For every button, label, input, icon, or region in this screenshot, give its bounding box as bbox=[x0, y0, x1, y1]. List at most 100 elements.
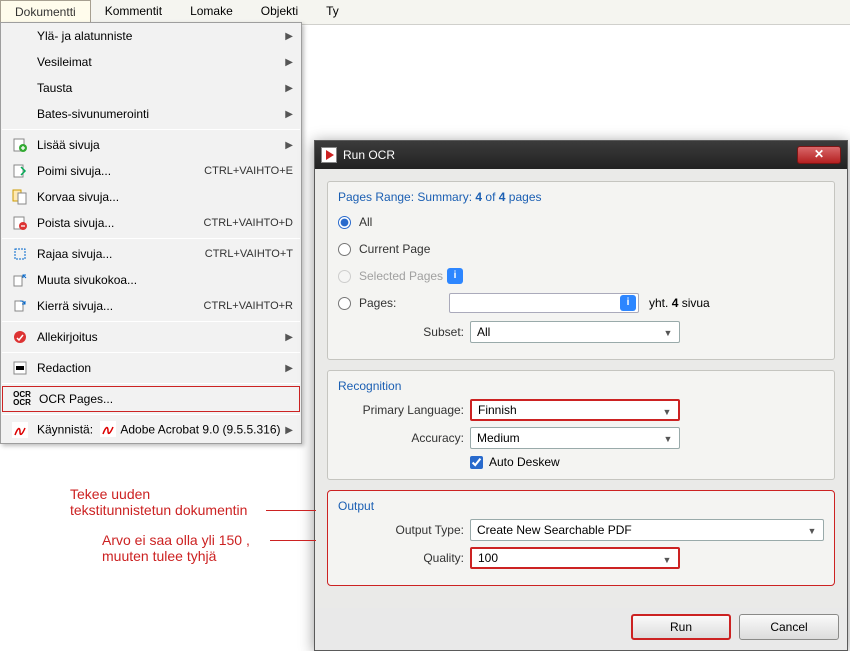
pages-range-title: Pages Range: Summary: 4 of 4 pages bbox=[338, 190, 824, 204]
menu-objekti[interactable]: Objekti bbox=[247, 0, 312, 24]
output-type-value: Create New Searchable PDF bbox=[477, 523, 632, 537]
primary-language-value: Finnish bbox=[478, 403, 517, 417]
accuracy-row: Accuracy: Medium ▼ bbox=[338, 427, 824, 449]
quality-select[interactable]: 100 ▼ bbox=[470, 547, 680, 569]
replace-page-icon bbox=[9, 186, 31, 208]
menu-item[interactable]: Kierrä sivuja...CTRL+VAIHTO+R bbox=[1, 293, 301, 319]
menu-item-shortcut: CTRL+VAIHTO+D bbox=[204, 217, 293, 229]
output-group: Output Output Type: Create New Searchabl… bbox=[327, 490, 835, 586]
dialog-body: Pages Range: Summary: 4 of 4 pages All C… bbox=[315, 169, 847, 608]
menu-item[interactable]: Tausta▶ bbox=[1, 75, 301, 101]
recognition-title: Recognition bbox=[338, 379, 824, 393]
menu-item-label: Muuta sivukokoa... bbox=[37, 273, 293, 287]
output-type-select[interactable]: Create New Searchable PDF ▼ bbox=[470, 519, 824, 541]
primary-language-label: Primary Language: bbox=[338, 403, 464, 417]
menu-item[interactable]: Bates-sivunumerointi▶ bbox=[1, 101, 301, 127]
signature-icon bbox=[9, 326, 31, 348]
pages-range-group: Pages Range: Summary: 4 of 4 pages All C… bbox=[327, 181, 835, 360]
annotation-2-line bbox=[270, 540, 316, 541]
submenu-arrow-icon: ▶ bbox=[285, 31, 293, 42]
menu-ty[interactable]: Ty bbox=[312, 0, 353, 24]
menu-item[interactable]: Allekirjoitus▶ bbox=[1, 324, 301, 350]
menu-item-label: Poista sivuja... bbox=[37, 216, 194, 230]
run-button[interactable]: Run bbox=[631, 614, 731, 640]
run-ocr-dialog: Run OCR ✕ Pages Range: Summary: 4 of 4 p… bbox=[314, 140, 848, 651]
menu-item[interactable]: Poista sivuja... CTRL+VAIHTO+D bbox=[1, 210, 301, 236]
dialog-titlebar: Run OCR ✕ bbox=[315, 141, 847, 169]
radio-current[interactable] bbox=[338, 243, 351, 256]
menu-item-shortcut: CTRL+VAIHTO+T bbox=[205, 248, 293, 260]
accuracy-label: Accuracy: bbox=[338, 431, 464, 445]
annotation-1: Tekee uuden tekstitunnistetun dokumentin bbox=[70, 486, 247, 518]
rotate-page-icon bbox=[9, 295, 31, 317]
submenu-arrow-icon: ▶ bbox=[285, 57, 293, 68]
subset-select[interactable]: All ▼ bbox=[470, 321, 680, 343]
add-page-icon bbox=[9, 134, 31, 156]
info-icon[interactable]: i bbox=[447, 268, 463, 284]
chevron-down-icon: ▼ bbox=[661, 432, 675, 446]
radio-current-row[interactable]: Current Page bbox=[338, 237, 824, 261]
accuracy-select[interactable]: Medium ▼ bbox=[470, 427, 680, 449]
radio-all-row[interactable]: All bbox=[338, 210, 824, 234]
quality-row: Quality: 100 ▼ bbox=[338, 547, 824, 569]
menu-item-label: Tausta bbox=[37, 81, 285, 95]
ocr-icon: OCROCR bbox=[11, 388, 33, 410]
chevron-down-icon: ▼ bbox=[805, 524, 819, 538]
menu-item-label: OCR Pages... bbox=[39, 392, 291, 406]
menu-item-label: Vesileimat bbox=[37, 55, 285, 69]
submenu-arrow-icon: ▶ bbox=[285, 363, 293, 374]
primary-language-select[interactable]: Finnish ▼ bbox=[470, 399, 680, 421]
radio-pages-label: Pages: bbox=[359, 296, 449, 310]
radio-selected-row: Selected Pages i bbox=[338, 264, 824, 288]
recognition-group: Recognition Primary Language: Finnish ▼ … bbox=[327, 370, 835, 480]
menu-item[interactable]: Muuta sivukokoa... bbox=[1, 267, 301, 293]
auto-deskew-checkbox[interactable] bbox=[470, 456, 483, 469]
menu-item[interactable]: Lisää sivuja▶ bbox=[1, 132, 301, 158]
blank-icon bbox=[9, 25, 31, 47]
crop-page-icon bbox=[9, 243, 31, 265]
blank-icon bbox=[9, 103, 31, 125]
dokumentti-dropdown: Ylä- ja alatunniste▶Vesileimat▶Tausta▶Ba… bbox=[0, 22, 302, 444]
auto-deskew-row[interactable]: Auto Deskew bbox=[470, 455, 824, 469]
quality-label: Quality: bbox=[338, 551, 464, 565]
info-icon[interactable]: i bbox=[620, 295, 636, 311]
output-type-row: Output Type: Create New Searchable PDF ▼ bbox=[338, 519, 824, 541]
close-button[interactable]: ✕ bbox=[797, 146, 841, 164]
menu-separator bbox=[2, 414, 300, 415]
radio-current-label: Current Page bbox=[359, 242, 430, 256]
pages-input[interactable]: i bbox=[449, 293, 639, 313]
dialog-title: Run OCR bbox=[343, 148, 797, 162]
radio-pages[interactable] bbox=[338, 297, 351, 310]
annotation-1-line bbox=[266, 510, 316, 511]
menu-lomake[interactable]: Lomake bbox=[176, 0, 247, 24]
menu-item[interactable]: Käynnistä: Adobe Acrobat 9.0 (9.5.5.316)… bbox=[1, 417, 301, 443]
menu-item[interactable]: Poimi sivuja...CTRL+VAIHTO+E bbox=[1, 158, 301, 184]
menu-dokumentti[interactable]: Dokumentti bbox=[0, 0, 91, 24]
radio-all[interactable] bbox=[338, 216, 351, 229]
pages-suffix: yht. 4 sivua bbox=[649, 296, 710, 310]
submenu-arrow-icon: ▶ bbox=[285, 425, 293, 436]
blank-icon bbox=[9, 77, 31, 99]
chevron-down-icon: ▼ bbox=[660, 405, 674, 419]
menu-item-label: Ylä- ja alatunniste bbox=[37, 29, 285, 43]
subset-row: Subset: All ▼ bbox=[338, 321, 824, 343]
radio-pages-row[interactable]: Pages: i yht. 4 sivua bbox=[338, 291, 824, 315]
cancel-button[interactable]: Cancel bbox=[739, 614, 839, 640]
accuracy-value: Medium bbox=[477, 431, 520, 445]
menu-item[interactable]: OCROCR OCR Pages... bbox=[2, 386, 300, 412]
primary-language-row: Primary Language: Finnish ▼ bbox=[338, 399, 824, 421]
radio-selected bbox=[338, 270, 351, 283]
menu-item[interactable]: Redaction▶ bbox=[1, 355, 301, 381]
menu-separator bbox=[2, 238, 300, 239]
menu-item-shortcut: CTRL+VAIHTO+R bbox=[204, 300, 293, 312]
menu-kommentit[interactable]: Kommentit bbox=[91, 0, 176, 24]
annotation-2: Arvo ei saa olla yli 150 , muuten tulee … bbox=[102, 532, 250, 564]
menu-item-label: Lisää sivuja bbox=[37, 138, 285, 152]
menu-item[interactable]: Rajaa sivuja...CTRL+VAIHTO+T bbox=[1, 241, 301, 267]
submenu-arrow-icon: ▶ bbox=[285, 83, 293, 94]
menu-separator bbox=[2, 352, 300, 353]
menu-item[interactable]: Ylä- ja alatunniste▶ bbox=[1, 23, 301, 49]
menu-item[interactable]: Korvaa sivuja... bbox=[1, 184, 301, 210]
app-icon bbox=[321, 147, 337, 163]
menu-item[interactable]: Vesileimat▶ bbox=[1, 49, 301, 75]
